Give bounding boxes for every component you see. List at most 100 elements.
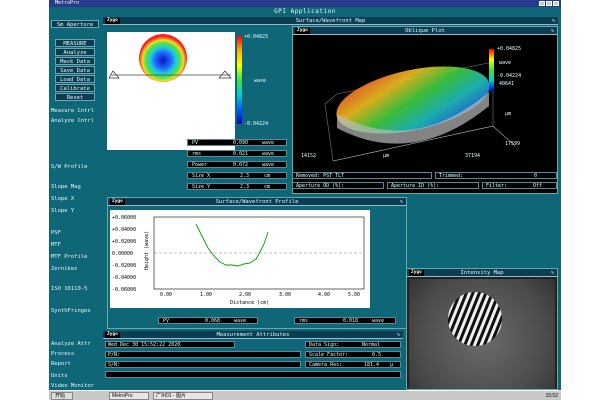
sidebar-item-video-monitor[interactable]: Video Monitor (51, 382, 101, 390)
trimmed-value: 0 (534, 173, 538, 179)
stat-value: 2.3 (240, 184, 250, 190)
surface-colorbar (237, 36, 242, 124)
sidebar-item-mtf[interactable]: MTF (51, 241, 101, 249)
oblique-axis-y-a: 17599 (505, 141, 521, 147)
pin-icon[interactable]: ✎ (397, 332, 400, 338)
load-data-button[interactable]: Load Data (55, 75, 95, 83)
profile-xtick: 2.00 (239, 292, 252, 298)
sidebar-item-measure-cntrl[interactable]: Measure Cntrl (51, 107, 101, 115)
analyze-button[interactable]: Analyze (55, 48, 95, 56)
attr-scale-value: 0.5 (372, 352, 382, 358)
oblique-scale-min: -0.04224 (497, 73, 522, 79)
sidebar-item-units[interactable]: Units (51, 372, 101, 380)
cursor-end-marker[interactable] (218, 70, 232, 79)
sidebar-item-iso[interactable]: ISO 10110-5 (51, 285, 101, 293)
sidebar-item-slope-x[interactable]: Slope X (51, 195, 101, 203)
stat-value: 0.021 (233, 151, 249, 157)
profile-rms-label: rms (299, 318, 309, 324)
attr-datasign: Data Sign: Normal (305, 341, 401, 348)
zygo-logo: Zygo (105, 332, 120, 338)
start-button[interactable]: 开始 (51, 392, 73, 400)
attr-pn-label: P/N: (108, 352, 121, 358)
pin-icon[interactable]: ✎ (400, 199, 403, 205)
aperture-button[interactable]: Sm Aperture (51, 20, 99, 28)
taskbar-item-metropro[interactable]: MetroPro (109, 392, 149, 400)
fringe-pattern (448, 292, 502, 346)
intensity-panel: Zygo Intensity Map ✎ (406, 268, 558, 390)
attr-date-text: Wed Dec 30 15:52:22 2020 (108, 342, 181, 348)
save-data-button[interactable]: Save Data (55, 66, 95, 74)
window-titlebar: MetroPro (49, 0, 561, 7)
maximize-button[interactable] (546, 1, 552, 6)
sidebar-item-psf[interactable]: PSF (51, 229, 101, 237)
oblique-scale-max: +0.04825 (497, 46, 522, 52)
profile-panel: Zygo Surface/Wavefront Profile ✎ +0.06000 … (107, 197, 407, 329)
sidebar-item-synthfringes[interactable]: SynthFringes (51, 307, 101, 315)
stat-pv: PV 0.090 wave (187, 139, 287, 146)
profile-header: Zygo Surface/Wavefront Profile ✎ (108, 198, 406, 206)
window-title: MetroPro (55, 0, 80, 6)
sidebar-item-analyze-cntrl[interactable]: Analyze Cntrl (51, 117, 101, 125)
surface-scale-max: +0.04825 (244, 34, 269, 40)
stat-unit: wave (262, 140, 275, 146)
minimize-button[interactable] (539, 1, 545, 6)
sidebar-item-mtf-profile[interactable]: MTF Profile (51, 253, 101, 261)
sidebar-item-zernikes[interactable]: Zernikes (51, 265, 101, 273)
close-button[interactable] (553, 1, 559, 6)
sidebar-item-process[interactable]: Process (51, 350, 101, 358)
attr-pn: P/N: (105, 351, 301, 358)
attr-camres-label: Camera Res: (309, 362, 343, 368)
pin-icon[interactable]: ✎ (552, 18, 555, 24)
stat-label: Size X (192, 173, 211, 179)
sidebar-item-slope-y[interactable]: Slope Y (51, 207, 101, 215)
attributes-title: Measurement Attributes (216, 332, 290, 338)
sidebar-item-analyze-attr[interactable]: Analyze Attr (51, 340, 101, 348)
fringe-svg (448, 292, 502, 346)
attr-camres-unit: µ (390, 362, 394, 368)
profile-rms-unit: wave (372, 318, 385, 324)
intensity-view[interactable] (409, 279, 555, 389)
mask-data-button[interactable]: Mask Data (55, 57, 95, 65)
sidebar-item-sw-profile[interactable]: S/W Profile (51, 163, 101, 171)
surface-map-view[interactable] (107, 32, 235, 150)
profile-chart[interactable]: +0.06000 +0.04000 +0.02000 0.00000 -0.02… (110, 210, 370, 308)
attr-notes[interactable] (105, 371, 401, 378)
taskbar-clock: 15:52 (545, 393, 558, 399)
attr-camres-value: 181.4 (364, 362, 380, 368)
oblique-title: Oblique Plot (405, 28, 445, 34)
zygo-logo: Zygo (409, 270, 424, 276)
calibrate-button[interactable]: Calibrate (55, 84, 95, 92)
profile-rms-value: 0.018 (343, 318, 359, 324)
attr-sn: S/N: (105, 361, 301, 368)
stat-label: Size Y (192, 184, 211, 190)
intensity-header: Zygo Intensity Map ✎ (407, 269, 557, 277)
surface-map-svg (108, 34, 232, 82)
oblique-axis-left: 14152 (301, 153, 317, 159)
measure-button[interactable]: MEASURE (55, 39, 95, 47)
aperture-id-label: Aperture ID (%): (391, 183, 440, 189)
cursor-start-marker[interactable] (108, 70, 120, 79)
attr-datasign-value: Normal (362, 342, 381, 348)
surface-scale-min: -0.04224 (244, 121, 269, 127)
removed-label: Removed: PST TLT (296, 173, 345, 179)
zygo-logo: Zygo (110, 199, 125, 205)
stat-label: rms (192, 151, 202, 157)
profile-xtick: 0.00 (160, 292, 173, 298)
oblique-colorbar (489, 49, 494, 91)
pin-icon[interactable]: ✎ (551, 28, 554, 34)
stat-rms: rms 0.021 wave (187, 150, 287, 157)
sidebar-item-slope-mag[interactable]: Slope Mag (51, 183, 101, 191)
taskbar-item-picture[interactable]: 广州01 - 图片 (153, 392, 213, 400)
aperture-od-field: Aperture OD (%): (292, 182, 384, 189)
profile-pv-field: PV 0.068 wave (158, 317, 258, 324)
stat-label: PV (192, 140, 199, 146)
pin-icon[interactable]: ✎ (551, 270, 554, 276)
metropro-window: MetroPro GPI Application Sm Aperture MEA… (49, 0, 561, 400)
zygo-logo: Zygo (105, 18, 120, 24)
sidebar-item-report[interactable]: Report (51, 360, 101, 368)
intensity-title: Intensity Map (460, 270, 504, 276)
stat-value: 0.072 (233, 162, 249, 168)
taskbar: 开始 MetroPro 广州01 - 图片 15:52 (49, 390, 561, 400)
reset-button[interactable]: Reset (55, 93, 95, 101)
oblique-extra: 40641 (499, 81, 515, 87)
